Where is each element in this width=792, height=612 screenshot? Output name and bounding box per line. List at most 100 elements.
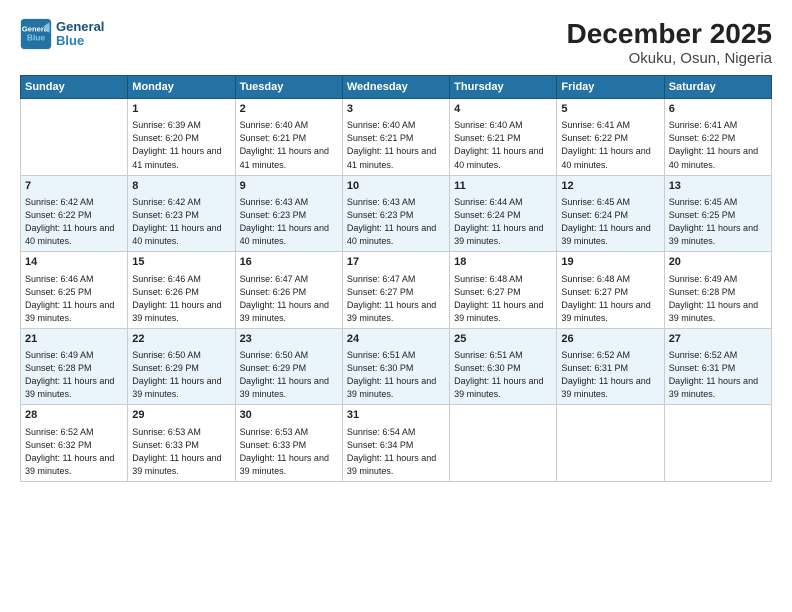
day-number: 13 (669, 179, 767, 194)
day-number: 25 (454, 332, 552, 347)
calendar-cell (664, 405, 771, 482)
calendar-cell: 9Sunrise: 6:43 AM Sunset: 6:23 PM Daylig… (235, 175, 342, 252)
calendar-cell: 24 Sunrise: 6:51 AM Sunset: 6:30 PM Dayli… (342, 328, 449, 405)
day-number: 18 (454, 255, 552, 270)
cell-info: Sunrise: 6:43 AM Sunset: 6:23 PM Dayligh… (347, 196, 445, 248)
calendar-cell: 15Sunrise: 6:46 AM Sunset: 6:26 PM Dayli… (128, 252, 235, 329)
cell-info: Sunrise: 6:45 AM Sunset: 6:24 PM Dayligh… (561, 196, 659, 248)
day-number: 8 (132, 179, 230, 194)
day-number: 22 (132, 332, 230, 347)
cell-info: Sunrise: 6:47 AM Sunset: 6:27 PM Dayligh… (347, 273, 445, 325)
cell-info: Sunrise: 6:50 AM Sunset: 6:29 PM Dayligh… (132, 349, 230, 401)
day-number: 20 (669, 255, 767, 270)
calendar-cell: 29 Sunrise: 6:53 AM Sunset: 6:33 PM Dayli… (128, 405, 235, 482)
calendar-cell (557, 405, 664, 482)
calendar-cell: 17 Sunrise: 6:47 AM Sunset: 6:27 PM Dayli… (342, 252, 449, 329)
cell-info: Sunrise: 6:42 AM Sunset: 6:23 PM Dayligh… (132, 196, 230, 248)
calendar-cell: 26 Sunrise: 6:52 AM Sunset: 6:31 PM Dayli… (557, 328, 664, 405)
page-header: General Blue General Blue December 2025 … (20, 18, 772, 67)
cell-info: Sunrise: 6:40 AM Sunset: 6:21 PM Dayligh… (240, 119, 338, 171)
column-header-sunday: Sunday (21, 76, 128, 99)
day-number: 17 (347, 255, 445, 270)
calendar-cell: 2Sunrise: 6:40 AM Sunset: 6:21 PM Daylig… (235, 99, 342, 176)
cell-info: Sunrise: 6:42 AM Sunset: 6:22 PM Dayligh… (25, 196, 123, 248)
day-number: 9 (240, 179, 338, 194)
calendar-cell (21, 99, 128, 176)
calendar-week-row: 7 Sunrise: 6:42 AM Sunset: 6:22 PM Daylig… (21, 175, 772, 252)
calendar-cell: 13 Sunrise: 6:45 AM Sunset: 6:25 PM Dayli… (664, 175, 771, 252)
calendar-cell: 18 Sunrise: 6:48 AM Sunset: 6:27 PM Dayli… (450, 252, 557, 329)
day-number: 19 (561, 255, 659, 270)
logo-text-blue: Blue (56, 34, 104, 48)
cell-info: Sunrise: 6:46 AM Sunset: 6:25 PM Dayligh… (25, 273, 123, 325)
cell-info: Sunrise: 6:52 AM Sunset: 6:32 PM Dayligh… (25, 426, 123, 478)
calendar-cell: 10 Sunrise: 6:43 AM Sunset: 6:23 PM Dayli… (342, 175, 449, 252)
calendar-cell: 8 Sunrise: 6:42 AM Sunset: 6:23 PM Daylig… (128, 175, 235, 252)
day-number: 24 (347, 332, 445, 347)
day-number: 26 (561, 332, 659, 347)
day-number: 29 (132, 408, 230, 423)
calendar-cell: 11Sunrise: 6:44 AM Sunset: 6:24 PM Dayli… (450, 175, 557, 252)
cell-info: Sunrise: 6:49 AM Sunset: 6:28 PM Dayligh… (669, 273, 767, 325)
cell-info: Sunrise: 6:45 AM Sunset: 6:25 PM Dayligh… (669, 196, 767, 248)
calendar-cell: 21 Sunrise: 6:49 AM Sunset: 6:28 PM Dayli… (21, 328, 128, 405)
calendar-page: General Blue General Blue December 2025 … (0, 0, 792, 612)
day-number: 10 (347, 179, 445, 194)
calendar-cell: 31 Sunrise: 6:54 AM Sunset: 6:34 PM Dayli… (342, 405, 449, 482)
column-header-thursday: Thursday (450, 76, 557, 99)
day-number: 30 (240, 408, 338, 423)
cell-info: Sunrise: 6:48 AM Sunset: 6:27 PM Dayligh… (561, 273, 659, 325)
calendar-cell: 20 Sunrise: 6:49 AM Sunset: 6:28 PM Dayli… (664, 252, 771, 329)
day-number: 23 (240, 332, 338, 347)
day-number: 12 (561, 179, 659, 194)
calendar-cell: 16Sunrise: 6:47 AM Sunset: 6:26 PM Dayli… (235, 252, 342, 329)
cell-info: Sunrise: 6:54 AM Sunset: 6:34 PM Dayligh… (347, 426, 445, 478)
column-header-wednesday: Wednesday (342, 76, 449, 99)
calendar-header-row: SundayMondayTuesdayWednesdayThursdayFrid… (21, 76, 772, 99)
calendar-cell: 23Sunrise: 6:50 AM Sunset: 6:29 PM Dayli… (235, 328, 342, 405)
calendar-cell: 5 Sunrise: 6:41 AM Sunset: 6:22 PM Daylig… (557, 99, 664, 176)
day-number: 11 (454, 179, 552, 194)
day-number: 21 (25, 332, 123, 347)
day-number: 1 (132, 102, 230, 117)
svg-text:Blue: Blue (27, 33, 46, 43)
logo-icon: General Blue (20, 18, 52, 50)
column-header-tuesday: Tuesday (235, 76, 342, 99)
cell-info: Sunrise: 6:39 AM Sunset: 6:20 PM Dayligh… (132, 119, 230, 171)
calendar-week-row: 21 Sunrise: 6:49 AM Sunset: 6:28 PM Dayli… (21, 328, 772, 405)
column-header-saturday: Saturday (664, 76, 771, 99)
calendar-week-row: 1 Sunrise: 6:39 AM Sunset: 6:20 PM Daylig… (21, 99, 772, 176)
cell-info: Sunrise: 6:51 AM Sunset: 6:30 PM Dayligh… (454, 349, 552, 401)
day-number: 27 (669, 332, 767, 347)
logo-text-general: General (56, 20, 104, 34)
calendar-cell (450, 405, 557, 482)
column-header-monday: Monday (128, 76, 235, 99)
cell-info: Sunrise: 6:41 AM Sunset: 6:22 PM Dayligh… (561, 119, 659, 171)
day-number: 31 (347, 408, 445, 423)
cell-info: Sunrise: 6:52 AM Sunset: 6:31 PM Dayligh… (561, 349, 659, 401)
calendar-week-row: 14Sunrise: 6:46 AM Sunset: 6:25 PM Dayli… (21, 252, 772, 329)
calendar-cell: 3Sunrise: 6:40 AM Sunset: 6:21 PM Daylig… (342, 99, 449, 176)
cell-info: Sunrise: 6:41 AM Sunset: 6:22 PM Dayligh… (669, 119, 767, 171)
calendar-cell: 27Sunrise: 6:52 AM Sunset: 6:31 PM Dayli… (664, 328, 771, 405)
calendar-week-row: 28 Sunrise: 6:52 AM Sunset: 6:32 PM Dayli… (21, 405, 772, 482)
calendar-cell: 30 Sunrise: 6:53 AM Sunset: 6:33 PM Dayli… (235, 405, 342, 482)
day-number: 4 (454, 102, 552, 117)
cell-info: Sunrise: 6:53 AM Sunset: 6:33 PM Dayligh… (240, 426, 338, 478)
calendar-cell: 6Sunrise: 6:41 AM Sunset: 6:22 PM Daylig… (664, 99, 771, 176)
day-number: 7 (25, 179, 123, 194)
cell-info: Sunrise: 6:40 AM Sunset: 6:21 PM Dayligh… (347, 119, 445, 171)
calendar-table: SundayMondayTuesdayWednesdayThursdayFrid… (20, 75, 772, 482)
page-subtitle: Okuku, Osun, Nigeria (567, 50, 772, 67)
calendar-cell: 7 Sunrise: 6:42 AM Sunset: 6:22 PM Daylig… (21, 175, 128, 252)
day-number: 5 (561, 102, 659, 117)
calendar-cell: 4Sunrise: 6:40 AM Sunset: 6:21 PM Daylig… (450, 99, 557, 176)
cell-info: Sunrise: 6:48 AM Sunset: 6:27 PM Dayligh… (454, 273, 552, 325)
cell-info: Sunrise: 6:51 AM Sunset: 6:30 PM Dayligh… (347, 349, 445, 401)
day-number: 28 (25, 408, 123, 423)
cell-info: Sunrise: 6:49 AM Sunset: 6:28 PM Dayligh… (25, 349, 123, 401)
day-number: 15 (132, 255, 230, 270)
page-title: December 2025 (567, 18, 772, 50)
cell-info: Sunrise: 6:53 AM Sunset: 6:33 PM Dayligh… (132, 426, 230, 478)
title-block: December 2025 Okuku, Osun, Nigeria (567, 18, 772, 67)
